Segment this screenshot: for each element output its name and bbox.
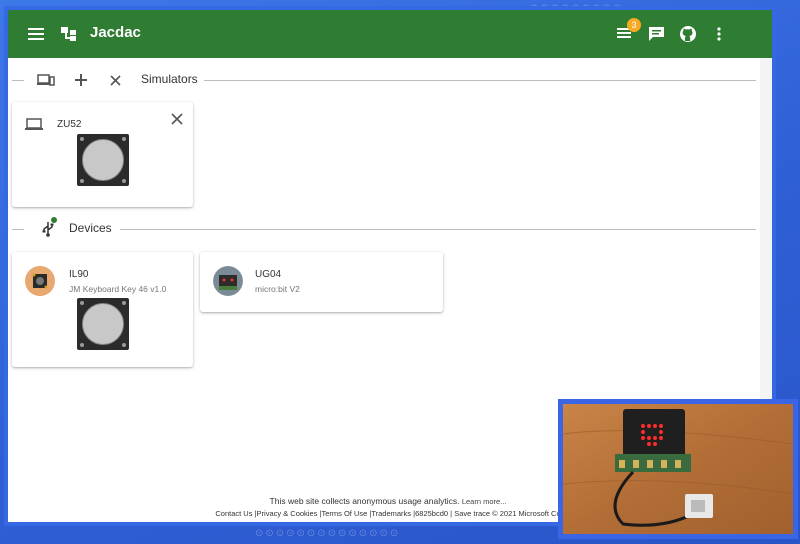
key-cap[interactable] (82, 139, 124, 181)
app-title[interactable]: Jacdac (90, 24, 141, 41)
learn-more-link[interactable]: Learn more... (462, 497, 507, 506)
divider (12, 80, 24, 81)
simulators-section-header: Simulators (8, 60, 768, 100)
key-cap[interactable] (82, 303, 124, 345)
device-name: IL90 (69, 269, 89, 280)
microbit-photo (563, 404, 793, 534)
simulators-label: Simulators (141, 72, 198, 86)
add-icon[interactable] (71, 70, 91, 90)
close-icon[interactable] (171, 112, 183, 130)
device-card[interactable]: UG04 micro:bit V2 (200, 252, 443, 312)
github-icon[interactable] (678, 24, 698, 44)
terms-link[interactable]: Terms Of Use (321, 509, 367, 518)
chat-icon[interactable] (646, 25, 666, 43)
devices-section-header: Devices (8, 209, 768, 249)
simulator-card[interactable]: ZU52 (12, 102, 193, 207)
divider (204, 80, 756, 81)
logo-icon[interactable] (60, 25, 80, 43)
trademarks-link[interactable]: Trademarks (371, 509, 411, 518)
more-vert-icon[interactable] (712, 24, 726, 44)
version-link[interactable]: 6825bcd0 (415, 509, 448, 518)
app-bar: Jacdac 3 (8, 10, 772, 58)
menu-icon[interactable] (26, 24, 46, 44)
notifications-icon[interactable]: 3 (616, 18, 641, 42)
device-avatar (213, 266, 243, 296)
device-avatar (25, 266, 55, 296)
close-icon[interactable] (105, 70, 125, 90)
privacy-link[interactable]: Privacy & Cookies (257, 509, 318, 518)
contact-us-link[interactable]: Contact Us (215, 509, 252, 518)
device-name: UG04 (255, 269, 282, 280)
device-description: micro:bit V2 (255, 284, 300, 294)
background-decoration-bottom: ⊙⊙⊙⊙⊙⊙⊙⊙⊙⊙⊙⊙⊙⊙ (255, 528, 401, 539)
usb-icon[interactable] (41, 217, 57, 242)
simulator-name: ZU52 (57, 119, 82, 130)
keyboard-key-widget[interactable] (77, 298, 129, 350)
device-card[interactable]: IL90 JM Keyboard Key 46 v1.0 (12, 252, 193, 367)
notification-badge: 3 (627, 18, 641, 32)
laptop-icon (25, 118, 43, 136)
device-description: JM Keyboard Key 46 v1.0 (69, 284, 167, 294)
divider (12, 229, 24, 230)
save-trace-link[interactable]: Save trace (454, 509, 490, 518)
analytics-text: This web site collects anonymous usage a… (269, 496, 460, 506)
connection-status-dot (51, 217, 57, 223)
devices-icon[interactable] (36, 70, 56, 90)
camera-video-overlay (558, 399, 798, 539)
keyboard-key-widget[interactable] (77, 134, 129, 186)
devices-label: Devices (69, 221, 112, 235)
copyright-text: © 2021 Microsoft Co (492, 509, 561, 518)
divider (120, 229, 756, 230)
